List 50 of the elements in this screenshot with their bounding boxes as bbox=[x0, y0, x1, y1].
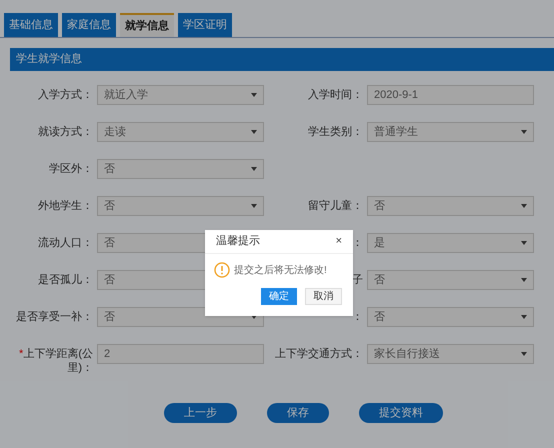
action-button[interactable]: 保存 bbox=[267, 403, 329, 423]
field-label: 是否享受一补： bbox=[16, 310, 93, 324]
select-field[interactable]: 就近入学 bbox=[97, 85, 264, 105]
tab[interactable]: 基础信息 bbox=[4, 13, 58, 37]
select-field[interactable]: 否 bbox=[97, 159, 264, 179]
dropdown-arrow-icon bbox=[521, 352, 527, 356]
field-label: *上下学距离(公里)： bbox=[18, 347, 93, 375]
select-field[interactable]: 普通学生 bbox=[367, 122, 534, 142]
field-label: 是否孤儿： bbox=[38, 273, 93, 287]
field-label: 入学方式： bbox=[38, 88, 93, 102]
dropdown-arrow-icon bbox=[521, 315, 527, 319]
field-label: ： bbox=[352, 236, 363, 250]
field-label: 子 bbox=[352, 273, 363, 287]
dialog-button[interactable]: 取消 bbox=[305, 288, 342, 305]
dialog-title: 温馨提示 bbox=[216, 234, 260, 250]
tab[interactable]: 就学信息 bbox=[120, 13, 174, 37]
select-field[interactable]: 否 bbox=[367, 270, 534, 290]
select-field[interactable]: 否 bbox=[367, 196, 534, 216]
action-button[interactable]: 上一步 bbox=[164, 403, 237, 423]
close-button[interactable]: × bbox=[336, 236, 342, 247]
dropdown-arrow-icon bbox=[521, 278, 527, 282]
select-field[interactable]: 家长自行接送 bbox=[367, 344, 534, 364]
select-field[interactable]: 否 bbox=[97, 196, 264, 216]
select-field[interactable]: 是 bbox=[367, 233, 534, 253]
field-label: ： bbox=[352, 310, 363, 324]
input-field[interactable]: 2020-9-1 bbox=[367, 85, 534, 105]
dropdown-arrow-icon bbox=[521, 241, 527, 245]
input-field[interactable]: 2 bbox=[97, 344, 264, 364]
select-field[interactable]: 否 bbox=[367, 307, 534, 327]
field-label: 流动人口： bbox=[38, 236, 93, 250]
action-button[interactable]: 提交资料 bbox=[359, 403, 443, 423]
dropdown-arrow-icon bbox=[251, 204, 257, 208]
warning-icon bbox=[214, 262, 230, 278]
dropdown-arrow-icon bbox=[521, 130, 527, 134]
field-label: 上下学交通方式： bbox=[275, 347, 363, 361]
dropdown-arrow-icon bbox=[521, 204, 527, 208]
dropdown-arrow-icon bbox=[251, 167, 257, 171]
dropdown-arrow-icon bbox=[251, 93, 257, 97]
field-label: 外地学生： bbox=[38, 199, 93, 213]
field-label: 入学时间： bbox=[308, 88, 363, 102]
field-label: 留守儿童： bbox=[308, 199, 363, 213]
tab[interactable]: 家庭信息 bbox=[62, 13, 116, 37]
select-field[interactable]: 走读 bbox=[97, 122, 264, 142]
section-header: 学生就学信息 bbox=[10, 48, 554, 71]
field-label: 学区外： bbox=[49, 162, 93, 176]
field-label: 学生类别： bbox=[308, 125, 363, 139]
tab[interactable]: 学区证明 bbox=[178, 13, 232, 37]
dropdown-arrow-icon bbox=[251, 130, 257, 134]
field-label: 就读方式： bbox=[38, 125, 93, 139]
dialog-button[interactable]: 确定 bbox=[261, 288, 297, 305]
